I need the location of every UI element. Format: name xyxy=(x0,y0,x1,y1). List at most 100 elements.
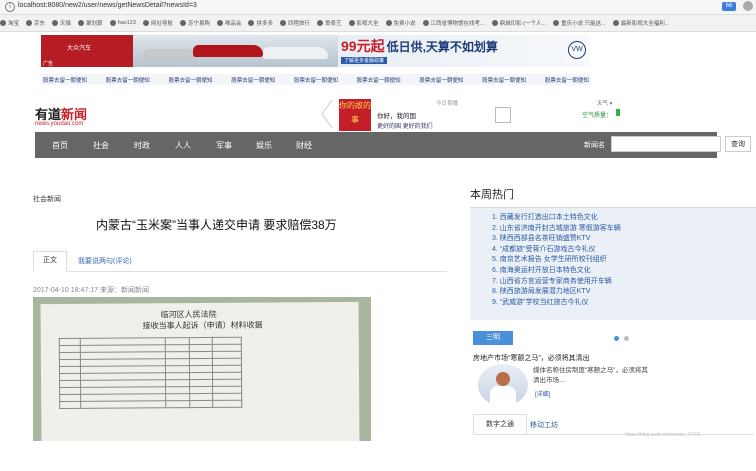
search-button[interactable]: 查询 xyxy=(725,136,751,152)
ad-link[interactable]: 股票去留一朝便知 xyxy=(43,76,87,84)
site-url: news.youdao.com xyxy=(35,121,84,127)
bookmark-label: 影视大全 xyxy=(356,21,379,27)
hot-list-item[interactable]: 1. 西藏发行打造出口本土特色文化 xyxy=(492,213,621,224)
bookmark-label: hao123 xyxy=(117,20,136,26)
ad-car-image[interactable] xyxy=(133,35,338,67)
tab-main-text[interactable]: 正文 xyxy=(33,251,67,272)
bookmark-item[interactable]: 京东 xyxy=(26,19,45,27)
photo-doc-title: 临河区人民法院 xyxy=(160,309,217,320)
nav-item-politics[interactable]: 时政 xyxy=(134,140,150,151)
info-icon[interactable]: i xyxy=(5,2,15,12)
bookmark-icon xyxy=(385,20,392,26)
bookmark-icon xyxy=(317,20,323,26)
nav-item-entertainment[interactable]: 娱乐 xyxy=(256,140,272,151)
hot-list-item[interactable]: 6. 南海奥运村开放日本特色文化 xyxy=(492,266,621,277)
car-silhouette xyxy=(263,47,328,59)
hot-list-item[interactable]: 9. “武威游”学校当红旅古今礼仪 xyxy=(492,298,621,309)
news-image[interactable] xyxy=(478,364,528,406)
promo-title[interactable]: 你好，我的国 xyxy=(377,110,416,120)
article-category[interactable]: 社会新闻 xyxy=(33,194,61,204)
bookmark-label: 同程旅行 xyxy=(287,21,310,27)
section-button[interactable]: 三明 xyxy=(473,331,513,345)
tab-comments[interactable]: 我要说两句(评论) xyxy=(78,256,132,266)
bookmark-item[interactable]: 拼多多 xyxy=(248,19,273,27)
bookmark-icon xyxy=(179,20,186,26)
bookmark-item[interactable]: 同程旅行 xyxy=(279,19,310,27)
bookmark-item[interactable]: 重庆小说 只能这... xyxy=(553,19,606,27)
extension-icon[interactable]: 66 xyxy=(722,2,736,11)
bookmark-item[interactable]: 免费小说 xyxy=(385,19,416,27)
search-input[interactable] xyxy=(611,136,721,152)
bookmark-label: 唯品会 xyxy=(224,21,242,27)
ad-link[interactable]: 股票去留一朝便知 xyxy=(357,76,401,84)
ad-link[interactable]: 股票去留一朝便知 xyxy=(419,76,463,84)
chevron-left-icon[interactable] xyxy=(320,99,334,129)
hot-list-item[interactable]: 8. 陕西旅游局发展潜力地区KTV xyxy=(492,287,621,298)
bookmark-item[interactable]: 淘宝 xyxy=(0,19,19,27)
bookmark-item[interactable]: 最新影视大全福利... xyxy=(612,19,669,27)
carousel-dot[interactable] xyxy=(624,336,629,341)
ad-link[interactable]: 股票去留一朝便知 xyxy=(294,76,338,84)
bookmark-label: 网址导航 xyxy=(150,21,173,27)
ad-link[interactable]: 股票去留一朝便知 xyxy=(482,76,526,84)
promo-badge[interactable]: 你的故的事 xyxy=(339,99,371,131)
air-quality-bar xyxy=(616,109,620,116)
ad-promo-banner[interactable]: 99元起 低日供,天算不如划算 了解更多金融政策 VW xyxy=(338,35,590,67)
nav-item-home[interactable]: 首页 xyxy=(52,140,68,151)
ad-link[interactable]: 股票去留一朝便知 xyxy=(231,76,275,84)
hot-list-item[interactable]: 2. 山东省济南开封古城旅游 寒假游客车辆 xyxy=(492,224,621,235)
ad-brand-banner[interactable]: 大众汽车 广告 xyxy=(41,35,133,67)
bookmark-label: 鼎城印影 (一个人... xyxy=(499,21,547,27)
weather-city[interactable]: 天气 ▾ xyxy=(597,99,612,107)
hot-list-item[interactable]: 4. “成都旅”受蒋介石游戏古今礼仪 xyxy=(492,245,621,256)
bookmark-label: 拼多多 xyxy=(256,21,273,27)
bookmark-label: 天猫 xyxy=(60,21,72,27)
bookmark-label: 免费小说 xyxy=(393,21,416,27)
bookmark-item[interactable]: 网址导航 xyxy=(142,19,173,27)
hot-list-item[interactable]: 3. 陕西西部县名茶旺销盛赞KTV xyxy=(492,234,621,245)
nav-item-people[interactable]: 人人 xyxy=(175,140,191,151)
bookmark-item[interactable]: 苏宁易购 xyxy=(179,19,210,27)
bookmark-item[interactable]: 影视大全 xyxy=(348,19,379,27)
bookmark-label: 淘宝 xyxy=(8,21,20,27)
news-title[interactable]: 房地产市场“寒颤之马”，必须将其清出 xyxy=(473,353,590,363)
url-field[interactable]: localhost:8080/new2/user/news/getNewsDet… xyxy=(18,2,197,9)
hot-list: 1. 西藏发行打造出口本土特色文化 2. 山东省济南开封古城旅游 寒假游客车辆 3.… xyxy=(492,213,621,308)
promo-subtitle[interactable]: 更好的国 更好的我们 xyxy=(377,121,433,130)
bookmark-icon xyxy=(553,20,560,26)
nav-item-finance[interactable]: 财经 xyxy=(296,140,312,151)
bookmark-item[interactable]: 江西省博物馆在线考... xyxy=(422,19,485,27)
bookmark-item[interactable]: 鼎城印影 (一个人... xyxy=(491,19,547,27)
car-silhouette xyxy=(143,49,198,61)
nav-item-society[interactable]: 社会 xyxy=(93,140,109,151)
browser-address-bar: i localhost:8080/new2/user/news/getNewsD… xyxy=(0,0,756,15)
bookmark-item[interactable]: 聚划算 xyxy=(78,19,103,27)
bookmark-item[interactable]: 天猫 xyxy=(52,19,71,27)
bookmark-item[interactable]: 唯品会 xyxy=(216,19,242,27)
ad-dealer-text: 大众汽车 xyxy=(67,46,92,52)
ad-headline: 99元起 低日供,天算不如划算 xyxy=(341,38,498,54)
hot-list-item[interactable]: 5. 南京艺术报告 女学生研所校刊组织 xyxy=(492,255,621,266)
nav-item-military[interactable]: 军事 xyxy=(216,140,232,151)
bookmark-icon xyxy=(216,20,223,26)
bookmarks-bar: 淘宝 京东 天猫 聚划算 hao123 网址导航 苏宁易购 唯品会 拼多多 同程旅行 爱奇艺 影视大全… xyxy=(0,15,756,32)
hot-list-item[interactable]: 7. 山西省方言运营专家商务使用开车辆 xyxy=(492,277,621,288)
ad-label: 广告 xyxy=(43,61,54,67)
bookmark-item[interactable]: hao123 xyxy=(109,20,136,26)
bookmark-item[interactable]: 爱奇艺 xyxy=(317,19,342,27)
main-nav: 首页 社会 时政 人人 军事 娱乐 财经 新闻名 查询 xyxy=(35,132,751,158)
bookmark-icon xyxy=(26,20,33,26)
ad-link[interactable]: 股票去留一朝便知 xyxy=(545,76,589,84)
bookmark-icon xyxy=(491,20,498,26)
news-more-link[interactable]: [详细] xyxy=(535,389,550,398)
carousel-dot[interactable] xyxy=(614,336,619,341)
ad-link[interactable]: 股票去留一朝便知 xyxy=(168,76,212,84)
account-icon[interactable] xyxy=(743,1,753,11)
bookmark-label: 江西省博物馆在线考... xyxy=(430,21,485,27)
bookmark-label: 重庆小说 只能这... xyxy=(561,21,606,27)
air-quality-label: 空气质量： xyxy=(582,113,613,119)
bookmark-icon xyxy=(612,20,619,26)
ad-link[interactable]: 股票去留一朝便知 xyxy=(106,76,150,84)
tab-digital[interactable]: 数字之通 xyxy=(473,414,527,435)
tab-mobile[interactable]: 移动工坊 xyxy=(530,420,558,430)
